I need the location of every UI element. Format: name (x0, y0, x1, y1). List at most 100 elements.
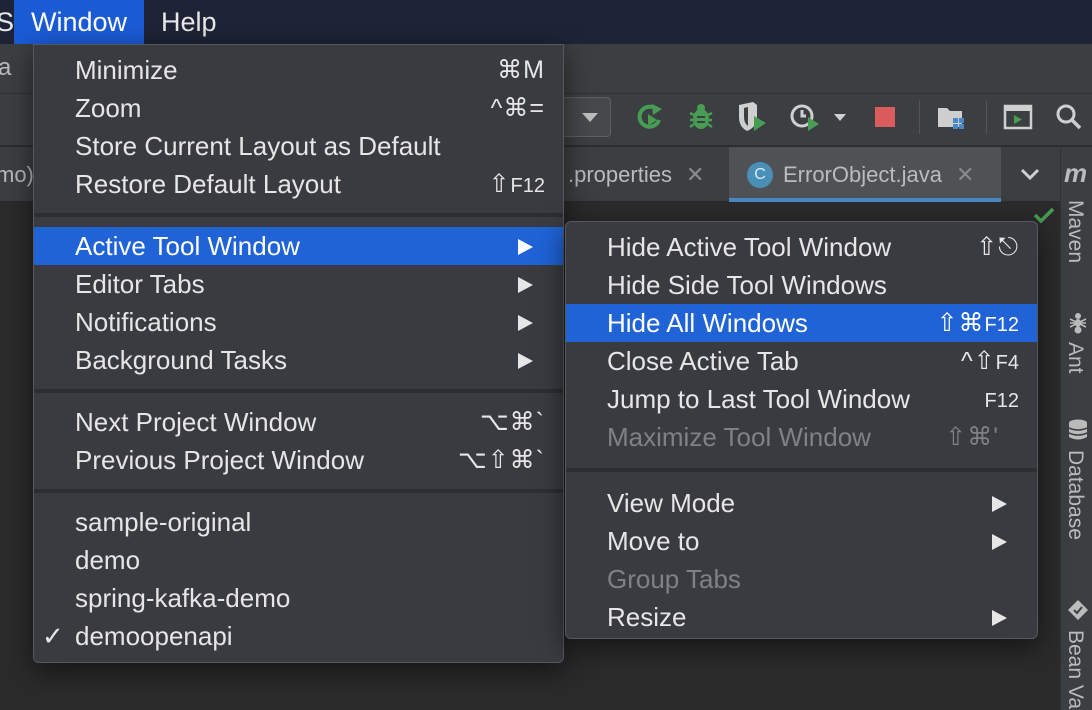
tab-label: mo) (0, 162, 34, 187)
menu-item-label: Next Project Window (75, 407, 317, 437)
shortcut: F12 (984, 390, 1019, 412)
menu-item-label: Restore Default Layout (75, 169, 341, 199)
profiler-dropdown-icon[interactable] (830, 100, 850, 134)
profiler-icon[interactable] (788, 100, 822, 134)
menu-separator (34, 489, 563, 493)
submenu-arrow-icon (992, 610, 1007, 626)
menu-item-jump-to-last-tool-window[interactable]: Jump to Last Tool Window F12 (566, 380, 1037, 418)
ant-icon (1069, 313, 1087, 334)
menu-item-hide-active-tool-window[interactable]: Hide Active Tool Window ⇧⎋ (566, 228, 1037, 266)
menu-item-move-to[interactable]: Move to (566, 522, 1037, 560)
shortcut: ⇧⎋ (976, 233, 1019, 261)
menu-item-project-sample-original[interactable]: sample-original (34, 503, 563, 541)
menu-item-label: Active Tool Window (75, 231, 300, 261)
menu-item-resize[interactable]: Resize (566, 598, 1037, 636)
menu-item-previous-project-window[interactable]: Previous Project Window ⌥⇧⌘` (34, 441, 563, 479)
coverage-shield-icon[interactable] (735, 100, 769, 134)
menu-item-label: demo (75, 545, 141, 575)
maven-logo: m (1064, 158, 1088, 188)
menu-item-label: Minimize (75, 55, 178, 85)
tool-window-maven[interactable]: Maven (1063, 200, 1087, 263)
title-fragment: a (0, 54, 12, 81)
menu-item-editor-tabs[interactable]: Editor Tabs (34, 265, 563, 303)
menu-item-project-spring-kafka-demo[interactable]: spring-kafka-demo (34, 579, 563, 617)
toolbar-separator (919, 100, 920, 134)
menu-item-label: sample-original (75, 507, 252, 537)
rerun-icon[interactable] (633, 100, 667, 134)
menu-item-label: Group Tabs (607, 564, 741, 594)
menu-item-label: Resize (607, 602, 687, 632)
tab-properties[interactable]: .properties ✕ (568, 147, 704, 202)
search-icon[interactable] (1052, 100, 1086, 134)
shortcut: ⌥⌘` (479, 408, 545, 436)
tab-label: ErrorObject.java (783, 162, 942, 187)
shortcut: ^⇧F4 (960, 347, 1019, 375)
menu-item-label: Zoom (75, 93, 142, 123)
menu-item-label: Notifications (75, 307, 217, 337)
menu-item-minimize[interactable]: Minimize ⌘M (34, 51, 563, 89)
shortcut: ⇧F12 (488, 170, 545, 198)
menu-separator (566, 468, 1037, 472)
chevron-down-icon (582, 113, 598, 122)
menu-item-label: demoopenapi (75, 621, 233, 651)
database-icon (1068, 419, 1088, 440)
menu-item-next-project-window[interactable]: Next Project Window ⌥⌘` (34, 403, 563, 441)
menu-item-zoom[interactable]: Zoom ^⌘= (34, 89, 563, 127)
menubar-item-window[interactable]: Window (14, 0, 145, 44)
submenu-arrow-icon (518, 277, 533, 293)
window-menu: Minimize ⌘M Zoom ^⌘= Store Current Layout … (33, 44, 564, 663)
menu-item-view-mode[interactable]: View Mode (566, 484, 1037, 522)
menu-separator (34, 213, 563, 217)
close-icon[interactable]: ✕ (956, 162, 974, 187)
submenu-arrow-icon (518, 239, 533, 255)
tool-window-database[interactable]: Database (1063, 450, 1087, 540)
shortcut: ^⌘= (490, 94, 545, 122)
menu-item-label: Previous Project Window (75, 445, 364, 475)
menubar-item-cut[interactable]: S (0, 0, 14, 44)
debug-bug-icon[interactable] (684, 100, 718, 134)
menu-item-label: Hide Side Tool Windows (607, 270, 887, 300)
menu-item-label: Jump to Last Tool Window (607, 384, 910, 414)
menu-item-label: Hide Active Tool Window (607, 232, 892, 262)
menubar-item-help[interactable]: Help (144, 0, 234, 44)
toolbar-separator (986, 100, 987, 134)
menu-item-close-active-tab[interactable]: Close Active Tab ^⇧F4 (566, 342, 1037, 380)
active-tool-window-submenu: Hide Active Tool Window ⇧⎋ Hide Side Tool… (565, 221, 1038, 639)
tool-window-bean-validation[interactable]: Bean Va (1063, 630, 1087, 709)
bean-icon (1068, 600, 1088, 620)
menu-item-label: Hide All Windows (607, 308, 808, 338)
close-icon[interactable]: ✕ (686, 162, 704, 187)
menu-item-store-layout[interactable]: Store Current Layout as Default (34, 127, 563, 165)
menu-item-active-tool-window[interactable]: Active Tool Window (34, 227, 563, 265)
submenu-arrow-icon (992, 496, 1007, 512)
submenu-arrow-icon (992, 534, 1007, 550)
menu-item-project-demoopenapi[interactable]: ✓ demoopenapi (34, 617, 563, 655)
shortcut: ⌘M (497, 56, 545, 84)
menu-item-group-tabs: Group Tabs (566, 560, 1037, 598)
menu-item-hide-side-tool-windows[interactable]: Hide Side Tool Windows (566, 266, 1037, 304)
menu-item-project-demo[interactable]: demo (34, 541, 563, 579)
check-icon (1033, 207, 1055, 224)
menu-item-maximize-tool-window: Maximize Tool Window ⇧⌘' (566, 418, 1037, 456)
menu-item-label: Editor Tabs (75, 269, 205, 299)
menu-item-background-tasks[interactable]: Background Tasks (34, 341, 563, 379)
project-structure-icon[interactable] (935, 100, 969, 134)
tool-window-ant[interactable]: Ant (1063, 342, 1087, 374)
checkmark-icon: ✓ (42, 621, 64, 651)
shortcut: ⇧⌘' (945, 423, 999, 451)
tab-error-object-java[interactable]: C ErrorObject.java ✕ (729, 147, 1001, 202)
menu-item-label: Close Active Tab (607, 346, 799, 376)
menu-item-restore-layout[interactable]: Restore Default Layout ⇧F12 (34, 165, 563, 203)
stop-icon[interactable] (868, 100, 902, 134)
menu-item-label: Move to (607, 526, 700, 556)
menu-item-notifications[interactable]: Notifications (34, 303, 563, 341)
menu-item-hide-all-windows[interactable]: Hide All Windows ⇧⌘F12 (566, 304, 1037, 342)
tab-label: .properties (568, 162, 672, 187)
tab-partial[interactable]: mo) (0, 147, 34, 202)
menu-item-label: Store Current Layout as Default (75, 131, 441, 161)
shortcut: ⇧⌘F12 (936, 309, 1019, 337)
chevron-down-icon[interactable] (1012, 147, 1048, 202)
java-class-icon: C (747, 161, 773, 188)
menu-separator (34, 389, 563, 393)
presentation-mode-icon[interactable] (1001, 100, 1035, 134)
